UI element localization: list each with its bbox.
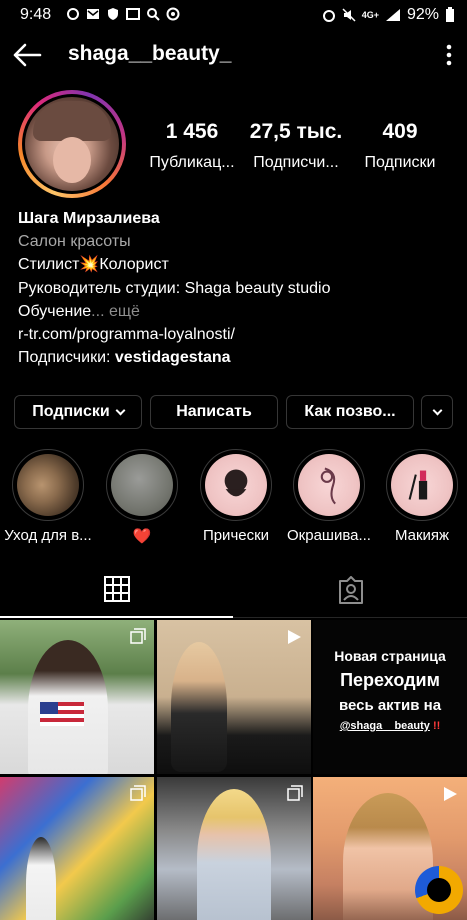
stat-posts[interactable]: 1 456 Публикац... — [144, 120, 240, 172]
profile-category: Салон красоты — [18, 233, 131, 251]
network-type: 4G+ — [361, 10, 379, 20]
highlight-label: Уход для в... — [4, 527, 92, 544]
hair-photo — [17, 454, 79, 516]
status-bar: 9:48 4G+ 92% — [0, 0, 467, 30]
video-icon — [288, 630, 301, 644]
tab-tagged[interactable] — [234, 562, 467, 618]
shield-icon — [108, 8, 118, 20]
watermark-logo-icon — [415, 866, 463, 914]
stat-following-value: 409 — [382, 120, 418, 143]
signal-icon — [385, 9, 400, 21]
profile-header: shaga__beauty_ — [0, 30, 467, 82]
back-arrow-icon[interactable] — [12, 42, 42, 68]
stat-posts-label: Публикац... — [149, 154, 235, 171]
grid-icon — [103, 576, 130, 602]
more-options-icon[interactable] — [445, 44, 453, 66]
post-text-line: Переходим — [340, 670, 440, 690]
chevron-down-icon — [115, 405, 126, 415]
highlight-item[interactable]: ❤️ — [96, 449, 188, 545]
followed-by[interactable]: Подписчики: vestidagestana — [18, 346, 458, 369]
carousel-icon — [130, 785, 146, 801]
profile-tabs — [0, 562, 467, 618]
message-button[interactable]: Написать — [150, 395, 278, 429]
stat-followers-label: Подписчи... — [253, 154, 339, 171]
gray-photo — [111, 454, 173, 516]
status-right: 4G+ 92% — [322, 6, 455, 24]
highlight-label: Макияж — [394, 527, 450, 544]
post-thumbnail-text[interactable]: Новая страница Переходим весь актив на @… — [313, 620, 467, 774]
highlight-label: Прически — [202, 527, 270, 544]
notification-icons — [66, 7, 180, 21]
bio-line-3: Обучение... ещё — [18, 302, 140, 320]
bio-link[interactable]: r-tr.com/programma-loyalnosti/ — [18, 323, 458, 346]
mute-icon — [342, 8, 356, 22]
bio-line-1: Стилист💥Колорист — [18, 256, 169, 274]
stat-followers[interactable]: 27,5 тыс. Подписчи... — [244, 120, 348, 172]
tagged-icon — [338, 576, 363, 604]
highlight-item[interactable]: Прически — [190, 449, 282, 544]
profile-username: shaga__beauty_ — [68, 42, 232, 65]
tab-posts-grid[interactable] — [0, 562, 233, 618]
coloring-icon — [320, 467, 336, 505]
avatar — [25, 97, 119, 191]
highlight-item[interactable]: Макияж — [376, 449, 467, 544]
post-thumbnail[interactable] — [0, 620, 154, 774]
status-time: 9:48 — [20, 6, 52, 23]
stat-followers-value: 27,5 тыс. — [249, 120, 343, 143]
app-notification-icon — [67, 8, 79, 20]
makeup-icon — [408, 470, 428, 500]
battery-text: 92% — [406, 6, 439, 23]
alarm-icon — [322, 10, 335, 22]
search-icon — [147, 8, 160, 21]
photo-icon — [126, 8, 140, 20]
bio-more-link[interactable]: ... ещё — [91, 303, 140, 320]
bio-line-2: Руководитель студии: Shaga beauty studio — [18, 279, 331, 297]
hairstyle-icon — [224, 469, 248, 497]
post-thumbnail[interactable] — [157, 777, 311, 920]
contact-button[interactable]: Как позво... — [286, 395, 414, 429]
mail-icon — [87, 9, 99, 19]
video-icon — [444, 787, 457, 801]
post-thumbnail[interactable] — [0, 777, 154, 920]
post-thumbnail[interactable] — [157, 620, 311, 774]
carousel-icon — [130, 628, 146, 644]
stat-posts-value: 1 456 — [165, 120, 219, 143]
profile-full-name: Шага Мирзалиева — [18, 210, 160, 227]
stat-following[interactable]: 409 Подписки — [355, 120, 445, 172]
highlight-label: ❤️ — [132, 528, 152, 545]
carousel-icon — [287, 785, 303, 801]
profile-bio: Шага Мирзалиева Салон красоты Стилист💥Ко… — [18, 207, 458, 369]
sync-icon — [166, 7, 180, 21]
chevron-down-icon — [432, 405, 442, 415]
highlight-item[interactable]: Уход для в... — [2, 449, 94, 544]
subscribed-button[interactable]: Подписки — [14, 395, 142, 429]
post-text-line: Новая страница — [334, 648, 446, 664]
stat-following-label: Подписки — [364, 154, 436, 171]
highlight-label: Окрашива... — [287, 527, 371, 544]
profile-avatar-story-ring[interactable] — [18, 90, 126, 198]
suggested-accounts-button[interactable] — [421, 395, 453, 429]
highlight-item[interactable]: Окрашива... — [283, 449, 375, 544]
post-text-line: весь актив на — [338, 697, 442, 714]
post-text-handle: @shaga__beauty !! — [339, 720, 441, 732]
battery-icon — [446, 7, 454, 22]
